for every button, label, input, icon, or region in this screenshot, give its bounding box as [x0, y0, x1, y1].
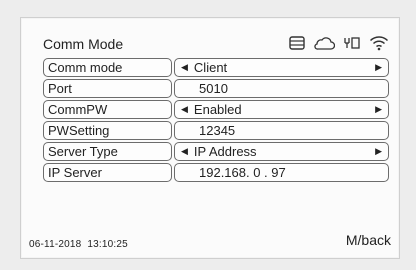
arrow-left-icon[interactable]: ◀	[181, 104, 188, 115]
settings-table: Comm mode ◀ Client ▶ Port 5010 CommPW ◀ …	[43, 58, 389, 184]
setting-label: PWSetting	[43, 121, 172, 140]
setting-value: Enabled	[193, 102, 242, 117]
page-title: Comm Mode	[43, 36, 124, 52]
setting-value-selector[interactable]: ◀ IP Address ▶	[174, 142, 389, 161]
arrow-right-icon[interactable]: ▶	[375, 62, 382, 73]
setting-label: CommPW	[43, 100, 172, 119]
wifi-icon	[369, 35, 389, 51]
setting-label: Server Type	[43, 142, 172, 161]
arrow-left-icon[interactable]: ◀	[181, 146, 188, 157]
setting-value-field[interactable]: 5010	[174, 79, 389, 98]
arrow-right-icon[interactable]: ▶	[375, 104, 382, 115]
datetime-display: 06-11-2018 13:10:25	[29, 239, 128, 250]
memory-card-icon	[289, 36, 305, 50]
setting-row-commpw[interactable]: CommPW ◀ Enabled ▶	[43, 100, 389, 119]
usb-icon	[343, 36, 361, 50]
setting-value-selector[interactable]: ◀ Enabled ▶	[174, 100, 389, 119]
arrow-left-icon[interactable]: ◀	[181, 62, 188, 73]
setting-label: Comm mode	[43, 58, 172, 77]
device-bezel: Comm Mode Comm mode ◀ Client ▶ Port 5010…	[0, 0, 416, 270]
arrow-right-icon[interactable]: ▶	[375, 146, 382, 157]
display-screen: Comm Mode Comm mode ◀ Client ▶ Port 5010…	[20, 17, 400, 259]
setting-label: Port	[43, 79, 172, 98]
setting-row-comm-mode[interactable]: Comm mode ◀ Client ▶	[43, 58, 389, 77]
cloud-icon	[313, 36, 335, 50]
setting-value: 5010	[199, 81, 228, 96]
setting-value: Client	[193, 60, 228, 75]
status-bar	[289, 34, 389, 52]
setting-row-port[interactable]: Port 5010	[43, 79, 389, 98]
setting-value: 192.168. 0 . 97	[199, 165, 286, 180]
setting-value-field[interactable]: 192.168. 0 . 97	[174, 163, 389, 182]
back-button[interactable]: M/back	[346, 232, 391, 248]
setting-label: IP Server	[43, 163, 172, 182]
setting-value-field[interactable]: 12345	[174, 121, 389, 140]
setting-value: 12345	[199, 123, 236, 138]
setting-row-ip-server[interactable]: IP Server 192.168. 0 . 97	[43, 163, 389, 182]
setting-value-selector[interactable]: ◀ Client ▶	[174, 58, 389, 77]
setting-row-pwsetting[interactable]: PWSetting 12345	[43, 121, 389, 140]
setting-value: IP Address	[193, 144, 257, 159]
setting-row-server-type[interactable]: Server Type ◀ IP Address ▶	[43, 142, 389, 161]
